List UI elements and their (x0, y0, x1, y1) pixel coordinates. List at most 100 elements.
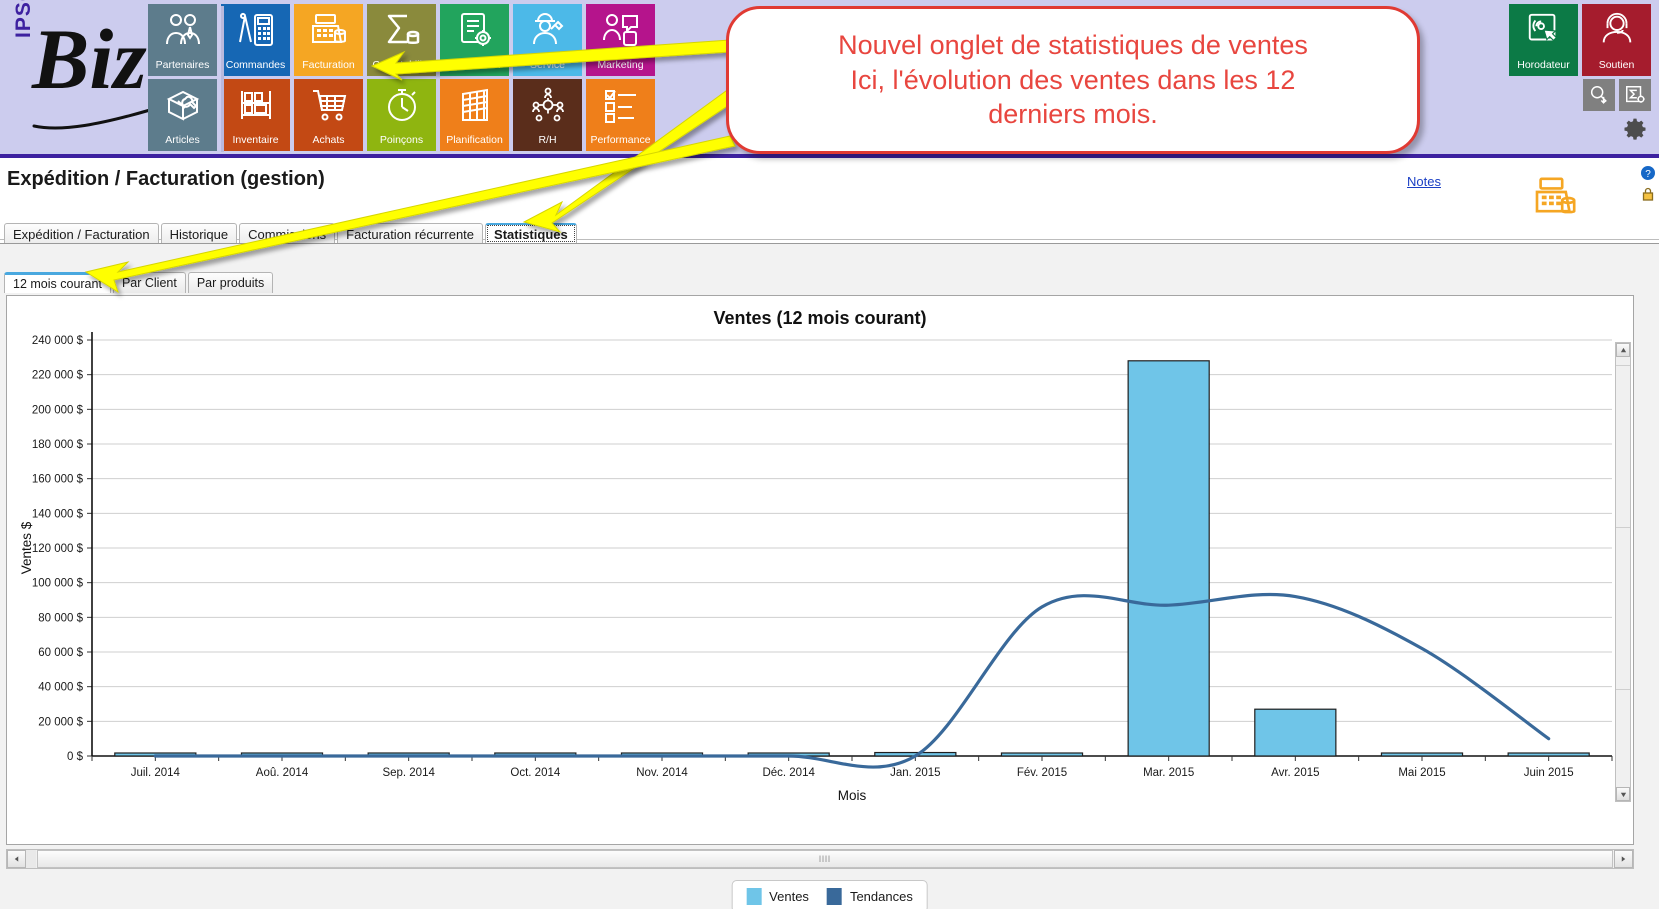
bar[interactable] (1507, 752, 1590, 757)
logo-biz-text: Biz (32, 11, 147, 107)
ytick-label: 80 000 $ (38, 612, 83, 624)
bar[interactable] (1380, 752, 1464, 757)
y-axis-label: Ventes $ (19, 521, 34, 574)
subtab-label: 12 mois courant (13, 277, 102, 291)
tile-label: Marketing (597, 59, 644, 71)
callout-text: Nouvel onglet de statistiques de ventes … (838, 30, 1308, 130)
scrollbar-mark (1616, 527, 1630, 539)
worker-wrench-icon (513, 8, 582, 52)
scroll-right-button[interactable] (1614, 850, 1633, 868)
subtab-label: Par produits (196, 276, 265, 290)
sub-tab-bar: 12 mois courant Par Client Par produits (4, 272, 275, 293)
horizontal-scrollbar[interactable]: llll (6, 849, 1634, 869)
shelf-icon (221, 83, 290, 127)
content-panel: 12 mois courant Par Client Par produits … (0, 243, 1659, 909)
tile-label: Poinçons (379, 134, 424, 146)
module-tile-row-1: Partenaires Commandes Facturation Compta… (148, 4, 655, 76)
tile-facturation[interactable]: Facturation (294, 4, 363, 76)
ytick-label: 100 000 $ (32, 578, 84, 590)
sigma-coins-icon (367, 8, 436, 52)
tab-statistiques[interactable]: Statistiques (485, 223, 577, 244)
gear-icon[interactable] (1619, 114, 1651, 146)
tab-commissions[interactable]: Commissions (239, 223, 336, 244)
tile-label: Articles (165, 134, 200, 146)
notes-link[interactable]: Notes (1407, 174, 1441, 189)
cash-register-icon (1531, 174, 1579, 227)
bar[interactable] (1254, 708, 1337, 757)
ytick-label: 180 000 $ (32, 439, 84, 451)
tab-historique[interactable]: Historique (160, 223, 238, 244)
chart-vertical-scrollbar[interactable] (1615, 342, 1631, 802)
xtick-label: Juil. 2014 (131, 767, 181, 779)
right-toolbar: Horodateur Soutien (1476, 4, 1651, 146)
tile-label: Comptabilité (372, 59, 431, 71)
tab-label: Expédition / Facturation (13, 226, 150, 242)
scrollbar-track[interactable] (1616, 359, 1630, 785)
tab-label: Commissions (248, 226, 327, 242)
scrollbar-thumb[interactable]: llll (37, 850, 1613, 868)
tile-achats[interactable]: Achats (294, 79, 363, 151)
tile-horodateur[interactable]: Horodateur (1509, 4, 1578, 76)
application-window: IPSO Biz Partenaires Commandes Facturati… (0, 0, 1659, 909)
scroll-left-button[interactable] (7, 850, 26, 868)
scroll-down-button[interactable] (1616, 787, 1630, 801)
tab-label: Historique (169, 226, 229, 242)
org-chart-icon (513, 83, 582, 127)
tab-expedition-facturation[interactable]: Expédition / Facturation (4, 223, 159, 244)
tile-inventaire[interactable]: Inventaire (221, 79, 290, 151)
ytick-label: 140 000 $ (32, 508, 84, 520)
tile-articles[interactable]: Articles (148, 79, 217, 151)
xtick-label: Déc. 2014 (762, 767, 815, 779)
xtick-label: Juin 2015 (1524, 767, 1574, 779)
ytick-label: 120 000 $ (32, 543, 84, 555)
search-download-icon[interactable] (1583, 79, 1615, 111)
tile-label: Facturation (302, 59, 355, 71)
stopwatch-icon (367, 83, 436, 127)
ytick-label: 220 000 $ (32, 370, 84, 382)
subtab-par-client[interactable]: Par Client (112, 272, 186, 293)
tile-planification[interactable]: Planification (440, 79, 509, 151)
tile-poincons[interactable]: Poinçons (367, 79, 436, 151)
touch-screen-icon (1509, 8, 1578, 52)
tab-facturation-recurrente[interactable]: Facturation récurrente (337, 223, 484, 244)
xtick-label: Fév. 2015 (1017, 767, 1067, 779)
subtab-par-produits[interactable]: Par produits (187, 272, 274, 293)
tile-label: Soutien (1598, 59, 1635, 71)
scroll-up-button[interactable] (1616, 343, 1630, 357)
legend-item-ventes[interactable]: Ventes (746, 888, 809, 905)
subtab-12-mois-courant[interactable]: 12 mois courant (4, 272, 111, 293)
tile-label: Partenaires (155, 59, 210, 71)
cash-register-icon (294, 8, 363, 52)
tile-label: Commandes (225, 59, 286, 71)
tile-commandes[interactable]: Commandes (221, 4, 290, 76)
tile-rh[interactable]: R/H (513, 79, 582, 151)
tile-separator-1 (221, 6, 224, 152)
tile-service[interactable]: Service (513, 4, 582, 76)
lock-icon[interactable] (1639, 185, 1657, 203)
ytick-label: 0 $ (67, 751, 84, 763)
tile-performance[interactable]: Performance (586, 79, 655, 151)
page-title: Expédition / Facturation (gestion) (7, 168, 325, 190)
tile-marketing[interactable]: Marketing (586, 4, 655, 76)
tile-fabrication[interactable]: Fabrication (440, 4, 509, 76)
bar[interactable] (1127, 360, 1210, 757)
ytick-label: 240 000 $ (32, 335, 84, 347)
legend-item-tendances[interactable]: Tendances (826, 888, 913, 905)
tile-comptabilite[interactable]: Comptabilité (367, 4, 436, 76)
bar[interactable] (1000, 752, 1084, 757)
right-small-buttons (1476, 79, 1651, 111)
box-wrench-icon (148, 83, 217, 127)
x-axis-label: Mois (838, 788, 867, 803)
legend-swatch (826, 888, 842, 905)
sigma-settings-icon[interactable] (1619, 79, 1651, 111)
compass-calculator-icon (221, 8, 290, 52)
tile-label: Service (529, 59, 565, 71)
tile-soutien[interactable]: Soutien (1582, 4, 1651, 76)
tile-label: Achats (312, 134, 345, 146)
people-icon (148, 8, 217, 52)
ytick-label: 200 000 $ (32, 404, 84, 416)
scrollbar-mark (1616, 689, 1630, 701)
tile-partenaires[interactable]: Partenaires (148, 4, 217, 76)
help-globe-icon[interactable]: ? (1639, 164, 1657, 182)
xtick-label: Avr. 2015 (1271, 767, 1319, 779)
